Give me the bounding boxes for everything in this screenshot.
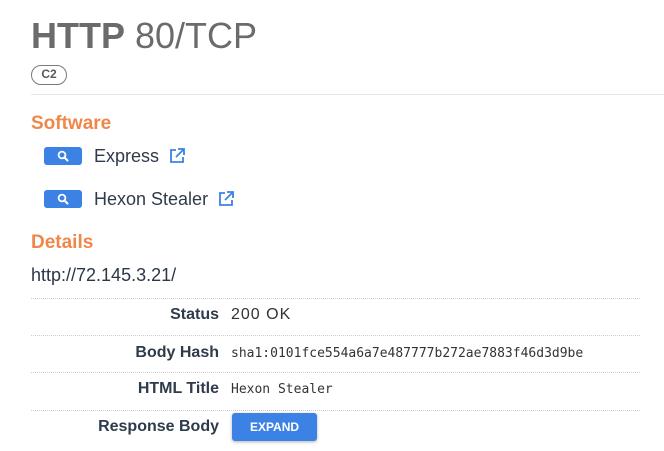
software-name: Hexon Stealer: [94, 188, 209, 209]
details-row-response-body: Response Body: [31, 410, 640, 449]
port-label: 80/TCP: [135, 15, 258, 56]
status-value: 200 OK: [231, 306, 292, 323]
software-name: Express: [94, 145, 160, 166]
search-hexon-stealer-button[interactable]: [44, 190, 82, 208]
software-item-hexon-stealer: Hexon Stealer: [44, 187, 235, 211]
service-url: http://72.145.3.21/: [31, 265, 177, 285]
external-link-icon: [219, 191, 234, 206]
html-title-key: HTML Title: [137, 380, 219, 397]
body-hash-key: Body Hash: [135, 344, 219, 361]
external-link-icon: [170, 148, 185, 163]
protocol-label: HTTP: [31, 15, 125, 56]
expand-response-body-button[interactable]: EXPAND: [232, 413, 317, 441]
software-item-express: Express: [44, 144, 186, 168]
response-body-key: Response Body: [98, 418, 219, 435]
software-section-title: Software: [31, 113, 112, 134]
c2-badge: C2: [31, 65, 67, 85]
search-icon: [57, 150, 69, 162]
details-row-body-hash: Body Hash sha1:0101fce554a6a7e487777b272…: [31, 335, 640, 373]
details-row-html-title: HTML Title Hexon Stealer: [31, 372, 640, 411]
service-heading: HTTP 80/TCP: [31, 14, 257, 58]
search-icon: [57, 193, 69, 205]
details-row-status: Status 200 OK: [31, 298, 640, 336]
details-section-title: Details: [31, 232, 94, 253]
external-link-express[interactable]: [168, 147, 186, 165]
header-divider: [31, 94, 664, 95]
body-hash-value: sha1:0101fce554a6a7e487777b272ae7883f46d…: [231, 346, 584, 361]
external-link-hexon-stealer[interactable]: [217, 190, 235, 208]
status-key: Status: [170, 306, 219, 323]
html-title-value: Hexon Stealer: [231, 382, 333, 397]
search-express-button[interactable]: [44, 147, 82, 165]
